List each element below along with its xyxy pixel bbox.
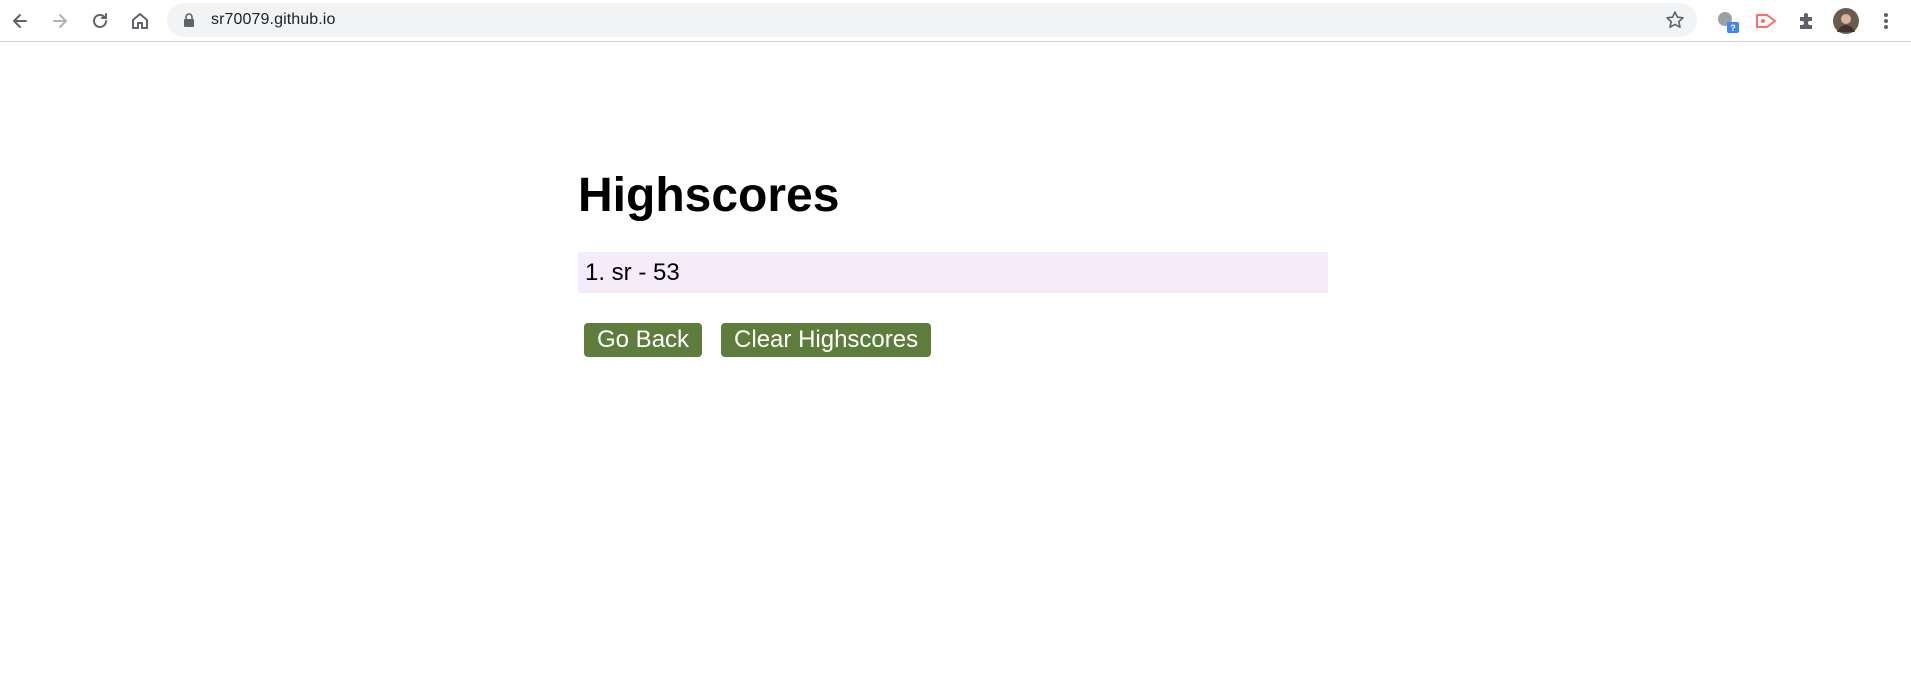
puzzle-icon xyxy=(1800,13,1812,29)
page-title: Highscores xyxy=(578,169,840,222)
forward-arrow-icon xyxy=(53,14,67,28)
extension-icon: ? xyxy=(1718,12,1739,33)
browser-toolbar: sr70079.github.io ? xyxy=(0,0,1911,42)
avatar xyxy=(1833,8,1859,34)
extension-button[interactable]: ? xyxy=(1713,7,1741,35)
extensions-menu-button[interactable] xyxy=(1792,7,1820,35)
video-extension-button[interactable] xyxy=(1752,7,1780,35)
score-item: 1. sr - 53 xyxy=(578,252,1328,293)
chrome-menu-button[interactable] xyxy=(1872,7,1900,35)
forward-button[interactable] xyxy=(46,7,74,35)
go-back-button[interactable]: Go Back xyxy=(584,323,703,357)
highscores-container: Highscores 1. sr - 53 Go Back Clear High… xyxy=(578,160,1328,357)
extension-badge: ? xyxy=(1730,23,1736,33)
reload-icon xyxy=(93,13,107,28)
back-button[interactable] xyxy=(6,7,34,35)
video-icon xyxy=(1756,14,1776,28)
menu-icon xyxy=(1884,13,1888,29)
profile-button[interactable] xyxy=(1832,7,1860,35)
reload-button[interactable] xyxy=(86,7,114,35)
button-row: Go Back Clear Highscores xyxy=(578,323,1328,357)
lock-icon[interactable] xyxy=(183,13,195,27)
address-bar[interactable]: sr70079.github.io xyxy=(167,3,1697,37)
clear-highscores-button[interactable]: Clear Highscores xyxy=(721,323,932,357)
star-icon[interactable] xyxy=(1665,10,1685,30)
home-icon xyxy=(132,13,148,29)
url-text[interactable]: sr70079.github.io xyxy=(211,11,335,29)
home-button[interactable] xyxy=(126,7,154,35)
back-arrow-icon xyxy=(13,14,27,28)
score-list: 1. sr - 53 xyxy=(578,252,1328,293)
